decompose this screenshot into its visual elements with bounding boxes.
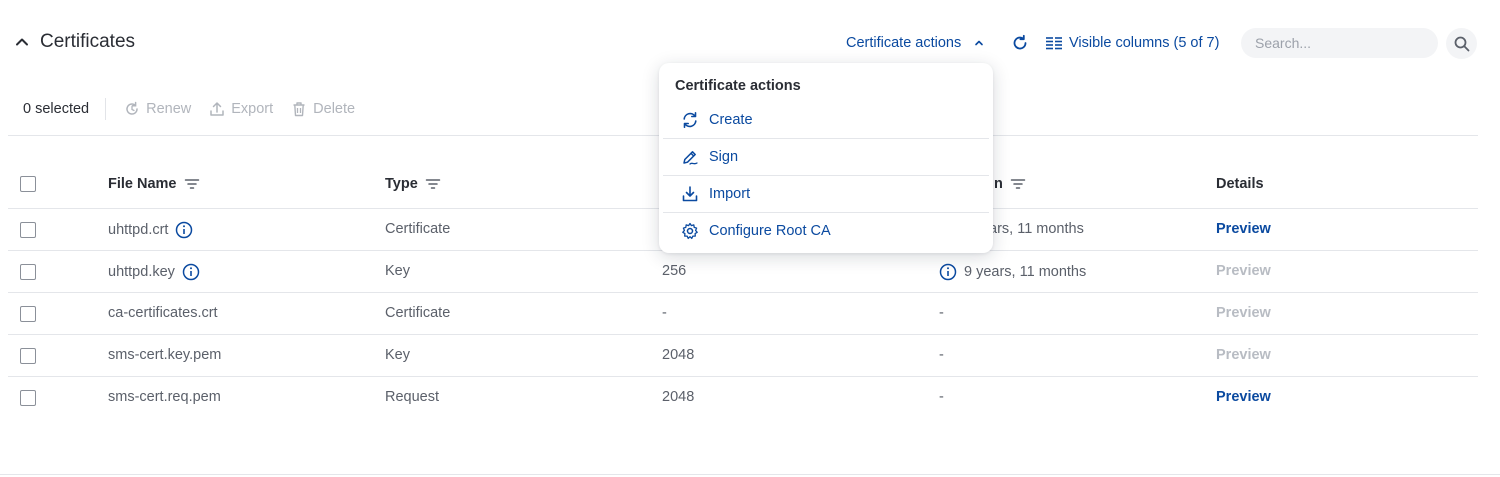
- pen-icon: [683, 150, 698, 165]
- table-row-file: uhttpd.crt: [108, 221, 193, 239]
- search-input[interactable]: [1241, 28, 1438, 58]
- gear-icon: [682, 222, 698, 239]
- info-icon[interactable]: [939, 263, 957, 281]
- divider: [8, 292, 1478, 293]
- file-type: Key: [385, 347, 410, 363]
- export-button[interactable]: Export: [209, 101, 273, 117]
- row-checkbox[interactable]: [20, 222, 36, 238]
- selected-count: 0 selected: [23, 98, 107, 120]
- file-type: Certificate: [385, 221, 451, 237]
- menu-item-sign[interactable]: Sign: [663, 138, 989, 175]
- expires-in: 9 years, 11 months: [964, 264, 1087, 280]
- columns-icon: [1045, 34, 1063, 52]
- upload-icon: [210, 102, 224, 116]
- file-name: sms-cert.req.pem: [108, 389, 221, 405]
- column-header-type[interactable]: Type: [385, 176, 441, 192]
- delete-button[interactable]: Delete: [291, 101, 355, 117]
- menu-item-create[interactable]: Create: [663, 101, 989, 138]
- search-icon: [1454, 36, 1469, 51]
- column-header-label: Details: [1216, 176, 1264, 192]
- file-name: sms-cert.key.pem: [108, 347, 222, 363]
- certificate-actions-label: Certificate actions: [846, 35, 962, 51]
- column-header-file-name[interactable]: File Name: [108, 176, 200, 192]
- filter-icon[interactable]: [1010, 178, 1026, 190]
- preview-link[interactable]: Preview: [1216, 389, 1271, 405]
- selection-toolbar: 0 selected Renew Export Delete: [23, 98, 355, 120]
- filter-icon[interactable]: [425, 178, 441, 190]
- file-name: uhttpd.crt: [108, 222, 169, 238]
- expires-in: -: [939, 389, 944, 405]
- column-header-details: Details: [1216, 176, 1264, 192]
- row-checkbox[interactable]: [20, 264, 36, 280]
- file-type: Request: [385, 389, 440, 405]
- preview-link: Preview: [1216, 263, 1271, 279]
- expires-in: ars, 11 months: [989, 221, 1084, 237]
- column-header-label: Type: [385, 176, 418, 192]
- renew-icon: [126, 101, 138, 115]
- visible-columns-label: Visible columns (5 of 7): [1069, 35, 1220, 51]
- search-button[interactable]: [1446, 28, 1477, 59]
- column-header-expires[interactable]: in: [990, 176, 1026, 192]
- file-type: Certificate: [385, 305, 451, 321]
- expires-in-cell: 9 years, 11 months: [939, 263, 1086, 281]
- chevron-up-icon[interactable]: [12, 32, 32, 52]
- expires-in: -: [939, 305, 944, 321]
- download-icon: [682, 185, 698, 201]
- menu-item-label: Import: [709, 185, 751, 202]
- page-title: Certificates: [40, 31, 136, 52]
- select-all-checkbox[interactable]: [20, 176, 36, 192]
- preview-link[interactable]: Preview: [1216, 221, 1271, 237]
- divider: [8, 376, 1478, 377]
- file-name: uhttpd.key: [108, 264, 175, 280]
- delete-label: Delete: [313, 101, 356, 117]
- refresh-cycle-icon: [683, 111, 697, 128]
- renew-label: Renew: [146, 101, 192, 117]
- filter-icon[interactable]: [184, 178, 200, 190]
- refresh-icon[interactable]: [1010, 33, 1030, 53]
- divider: [8, 334, 1478, 335]
- file-type: Key: [385, 263, 410, 279]
- row-checkbox[interactable]: [20, 390, 36, 406]
- row-checkbox[interactable]: [20, 306, 36, 322]
- menu-item-import[interactable]: Import: [663, 175, 989, 212]
- certificate-actions-menu: Certificate actions Create Sign Import C…: [659, 63, 993, 253]
- key-size: -: [662, 305, 667, 321]
- export-label: Export: [231, 101, 274, 117]
- menu-item-label: Configure Root CA: [709, 222, 831, 239]
- renew-button[interactable]: Renew: [124, 101, 191, 117]
- menu-title: Certificate actions: [675, 78, 801, 94]
- file-name: ca-certificates.crt: [108, 305, 218, 321]
- trash-icon: [293, 102, 305, 117]
- preview-link: Preview: [1216, 305, 1271, 321]
- menu-item-label: Create: [709, 111, 753, 128]
- column-header-label: File Name: [108, 176, 177, 192]
- section-divider: [0, 474, 1500, 475]
- table-row-file: uhttpd.key: [108, 263, 200, 281]
- chevron-up-icon: [970, 34, 988, 52]
- info-icon[interactable]: [182, 263, 200, 281]
- info-icon[interactable]: [175, 221, 193, 239]
- expires-in: -: [939, 347, 944, 363]
- visible-columns-button[interactable]: Visible columns (5 of 7): [1045, 34, 1219, 52]
- key-size: 2048: [662, 347, 695, 363]
- menu-item-label: Sign: [709, 148, 739, 165]
- preview-link: Preview: [1216, 347, 1271, 363]
- row-checkbox[interactable]: [20, 348, 36, 364]
- key-size: 256: [662, 263, 687, 279]
- certificate-actions-button[interactable]: Certificate actions: [846, 34, 988, 52]
- menu-item-configure-root-ca[interactable]: Configure Root CA: [663, 212, 989, 249]
- key-size: 2048: [662, 389, 695, 405]
